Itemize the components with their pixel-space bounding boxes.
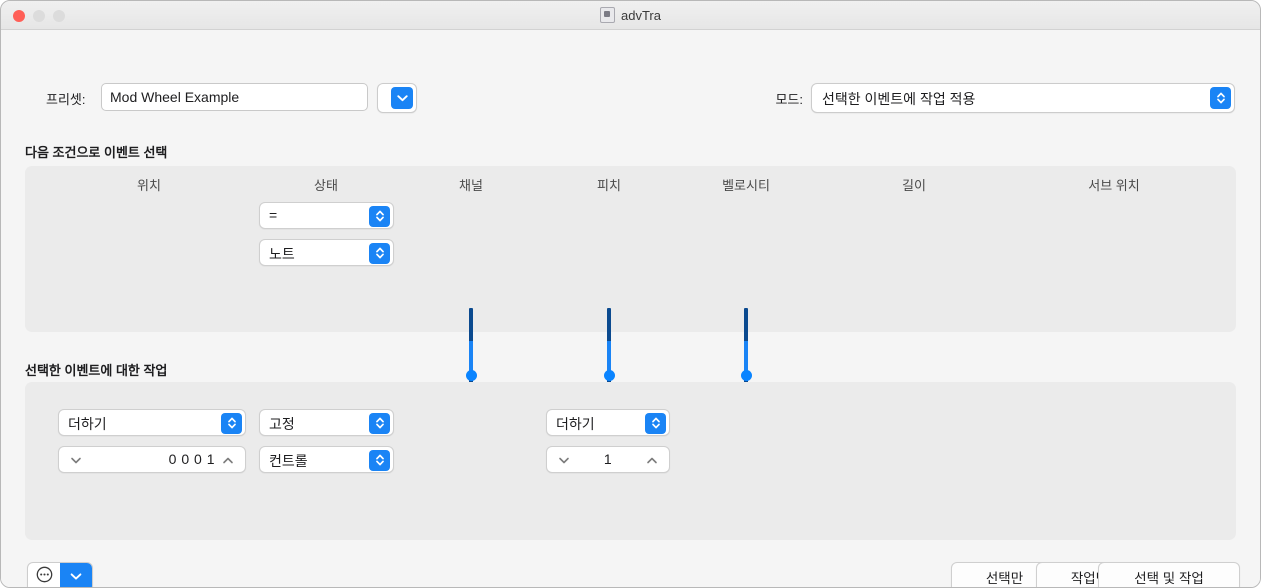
- preset-row: 프리셋: 모드: 선택한 이벤트에 작업 적용: [1, 83, 1260, 113]
- pitch-value-stepper[interactable]: 1: [546, 446, 670, 473]
- mode-value: 선택한 이벤트에 작업 적용: [822, 89, 975, 109]
- chevron-up-down-icon: [1210, 87, 1231, 109]
- preset-label: 프리셋:: [46, 89, 86, 108]
- status-value-popup[interactable]: 컨트롤: [259, 446, 394, 473]
- close-button[interactable]: [13, 10, 25, 22]
- maximize-button[interactable]: [53, 10, 65, 22]
- title-bar: advTra: [1, 1, 1260, 30]
- preset-input[interactable]: [101, 83, 368, 111]
- chevron-up-down-icon: [221, 413, 242, 434]
- document-icon: [600, 7, 615, 23]
- slider-knob[interactable]: [741, 370, 752, 381]
- column-header-velocity: 벨로시티: [722, 175, 770, 194]
- select-panel: [25, 166, 1236, 332]
- select-and-operate-button[interactable]: 선택 및 작업: [1098, 562, 1240, 588]
- position-operation-popup[interactable]: 더하기: [58, 409, 246, 436]
- transform-window: advTra 프리셋: 모드: 선택한 이벤트에 작업 적용 다음 조건으로 이…: [0, 0, 1261, 588]
- chevron-down-icon[interactable]: [69, 454, 83, 467]
- position-operation-value: 더하기: [68, 414, 107, 434]
- action-section-title: 선택한 이벤트에 대한 작업: [25, 360, 167, 379]
- chevron-up-icon[interactable]: [221, 454, 235, 467]
- column-header-channel: 채널: [459, 175, 483, 194]
- position-value: 0 0 0 1: [87, 451, 215, 467]
- select-section-title: 다음 조건으로 이벤트 선택: [25, 142, 167, 161]
- status-operation-value: 고정: [269, 414, 295, 434]
- column-header-position: 위치: [137, 175, 161, 194]
- chevron-up-down-icon: [369, 450, 390, 471]
- slider-knob[interactable]: [466, 370, 477, 381]
- mode-popup-button[interactable]: 선택한 이벤트에 작업 적용: [811, 83, 1235, 113]
- status-value: 컨트롤: [269, 451, 308, 471]
- traffic-lights: [13, 10, 65, 22]
- pitch-operation-value: 더하기: [556, 414, 595, 434]
- status-condition-value: =: [269, 207, 277, 223]
- options-menu-button[interactable]: [28, 563, 60, 588]
- status-condition-popup[interactable]: =: [259, 202, 394, 229]
- position-value-stepper[interactable]: 0 0 0 1: [58, 446, 246, 473]
- window-title: advTra: [621, 8, 661, 23]
- preset-popup-button[interactable]: [377, 83, 417, 113]
- column-header-pitch: 피치: [597, 175, 621, 194]
- window-title-group: advTra: [1, 1, 1260, 29]
- ellipsis-circle-icon: [36, 566, 53, 588]
- status-type-popup[interactable]: 노트: [259, 239, 394, 266]
- chevron-up-down-icon: [369, 206, 390, 227]
- minimize-button[interactable]: [33, 10, 45, 22]
- chevron-up-icon[interactable]: [645, 454, 659, 467]
- status-operation-popup[interactable]: 고정: [259, 409, 394, 436]
- options-dropdown-button[interactable]: [60, 563, 92, 588]
- chevron-up-down-icon: [369, 413, 390, 434]
- chevron-down-icon: [70, 568, 82, 586]
- column-header-subposition: 서브 위치: [1088, 175, 1139, 194]
- chevron-up-down-icon: [369, 243, 390, 264]
- status-type-value: 노트: [269, 244, 295, 264]
- window-content: 프리셋: 모드: 선택한 이벤트에 작업 적용 다음 조건으로 이벤트 선택 위…: [1, 30, 1260, 588]
- chevron-up-down-icon: [645, 413, 666, 434]
- column-header-length: 길이: [902, 175, 926, 194]
- chevron-down-icon: [391, 87, 413, 109]
- column-header-status: 상태: [314, 175, 338, 194]
- mode-label: 모드:: [775, 89, 803, 108]
- pitch-operation-popup[interactable]: 더하기: [546, 409, 670, 436]
- slider-knob[interactable]: [604, 370, 615, 381]
- options-segmented-control[interactable]: [27, 562, 93, 588]
